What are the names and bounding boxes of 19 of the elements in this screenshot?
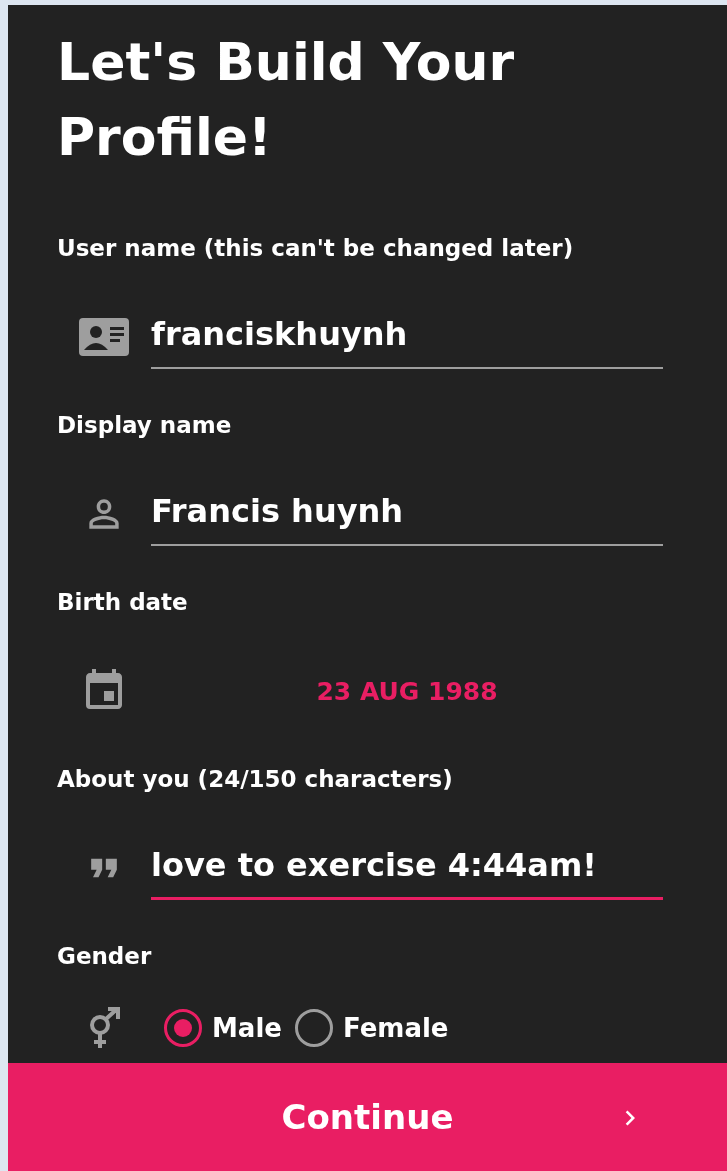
radio-label: Male [212,1013,282,1043]
field-label: User name (this can't be changed later) [57,234,574,263]
field-label: About you (24/150 characters) [57,765,453,794]
continue-button[interactable]: Continue [8,1063,727,1171]
date-picker-button[interactable]: 23 AUG 1988 [151,659,663,723]
radio-option[interactable]: Female [294,1009,449,1047]
field-label: Birth date [57,588,188,617]
id-card-icon [79,318,129,356]
page-title: Let's Build Your Profile! [57,31,516,169]
field-label: Gender [57,942,152,971]
radio-label: Female [342,1013,449,1043]
text-field[interactable]: franciskhuynh [151,305,663,369]
radio-button[interactable] [294,1009,333,1047]
radio-button[interactable] [164,1009,202,1047]
gender-symbol-icon [87,1007,121,1049]
radio-option[interactable]: Male [164,1009,282,1047]
field-label: Display name [57,411,232,440]
text-field[interactable]: love to exercise 4:44am! [151,836,663,900]
text-field[interactable]: Francis huynh [151,482,663,546]
